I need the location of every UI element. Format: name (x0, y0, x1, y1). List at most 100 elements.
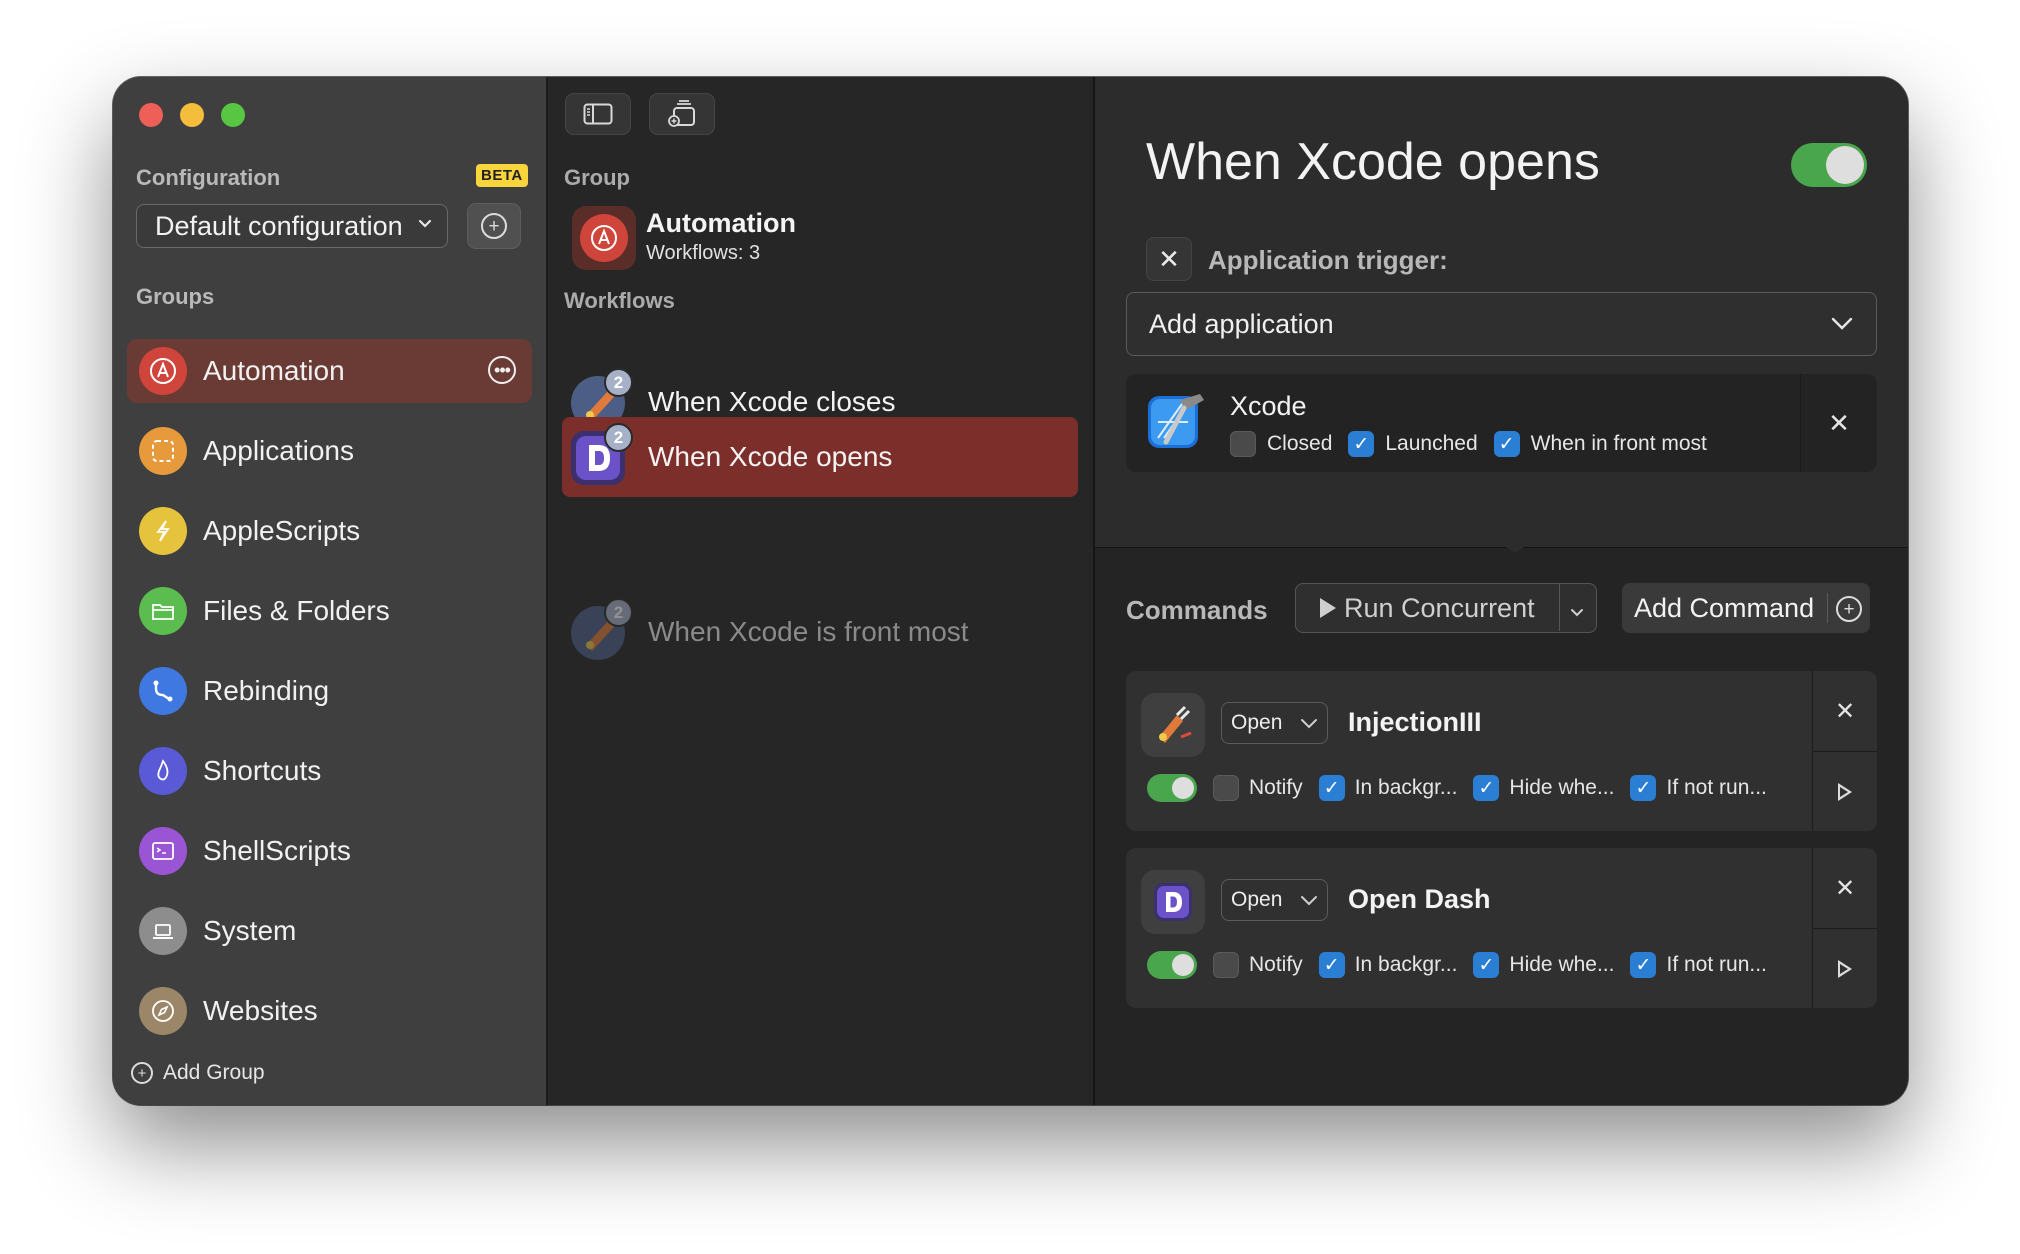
groups-label: Groups (136, 284, 215, 309)
hide-option[interactable]: ✓ Hide whe... (1473, 952, 1614, 978)
if-not-running-label: If not run... (1666, 776, 1767, 799)
sidebar-item-shortcuts[interactable]: Shortcuts (127, 739, 532, 803)
app-window: Configuration BETA Default configuration… (113, 77, 1908, 1105)
notify-option[interactable]: Notify (1213, 775, 1303, 801)
if-not-running-checkbox[interactable]: ✓ (1630, 952, 1657, 978)
sidebar-item-applescripts[interactable]: AppleScripts (127, 499, 532, 563)
workflow-item-xcode-front-most[interactable]: 2 When Xcode is front most (562, 592, 1078, 672)
workflow-enabled-toggle[interactable] (1791, 143, 1867, 187)
if-not-running-option[interactable]: ✓ If not run... (1630, 952, 1767, 978)
sidebar-item-label: Files & Folders (203, 595, 390, 626)
command-enabled-toggle[interactable] (1147, 774, 1197, 802)
toggle-sidebar-button[interactable] (565, 93, 631, 135)
workflow-badge: 2 (604, 423, 633, 452)
add-application-select[interactable]: Add application (1126, 292, 1877, 356)
play-icon (1838, 783, 1852, 801)
close-icon: ✕ (1158, 243, 1180, 274)
command-action-value: Open (1231, 888, 1283, 911)
workflow-item-xcode-opens[interactable]: 2 When Xcode opens (562, 417, 1078, 497)
sidebar-item-rebinding[interactable]: Rebinding (127, 659, 532, 723)
remove-command-button[interactable]: ✕ (1813, 848, 1877, 929)
more-options-icon[interactable]: ••• (488, 356, 516, 384)
background-checkbox[interactable]: ✓ (1318, 775, 1345, 801)
workflow-label: When Xcode is front most (648, 616, 969, 647)
command-name[interactable]: InjectionIII (1348, 707, 1482, 738)
command-options: Notify ✓ In backgr... ✓ Hide whe... ✓ If… (1147, 774, 1767, 802)
workflow-title[interactable]: When Xcode opens (1146, 132, 1600, 192)
workflows-label: Workflows (564, 288, 675, 313)
sidebar-item-automation[interactable]: Automation ••• (127, 339, 532, 403)
run-mode-button[interactable]: Run Concurrent (1295, 583, 1597, 633)
remove-command-button[interactable]: ✕ (1813, 671, 1877, 752)
command-enabled-toggle[interactable] (1147, 951, 1197, 979)
remove-trigger-button[interactable]: ✕ (1146, 237, 1192, 281)
run-mode-label: Run Concurrent (1344, 592, 1535, 623)
launched-option[interactable]: ✓ Launched (1348, 431, 1478, 457)
divider (1558, 584, 1560, 631)
group-list: Automation ••• Applications AppleScripts (127, 339, 532, 1059)
hide-checkbox[interactable]: ✓ (1473, 952, 1500, 978)
add-workflow-button[interactable] (649, 93, 715, 135)
sidebar-item-websites[interactable]: Websites (127, 979, 532, 1043)
notify-option[interactable]: Notify (1213, 952, 1303, 978)
command-name[interactable]: Open Dash (1348, 884, 1491, 915)
background-option[interactable]: ✓ In backgr... (1318, 952, 1458, 978)
chevron-down-icon (1828, 309, 1856, 344)
closed-option[interactable]: Closed (1230, 431, 1332, 457)
if-not-running-option[interactable]: ✓ If not run... (1630, 775, 1767, 801)
add-command-button[interactable]: Add Command + (1622, 583, 1870, 633)
chevron-down-icon (1299, 891, 1319, 915)
sidebar: Configuration BETA Default configuration… (113, 77, 548, 1105)
plus-circle-icon: + (1836, 596, 1862, 622)
hide-label: Hide whe... (1509, 776, 1615, 799)
command-action-select[interactable]: Open (1221, 879, 1328, 921)
command-action-select[interactable]: Open (1221, 702, 1328, 744)
command-side-actions: ✕ (1812, 848, 1877, 1008)
group-header: Automation Workflows: 3 (562, 202, 1094, 272)
close-window-button[interactable] (139, 103, 163, 127)
front-most-checkbox[interactable]: ✓ (1493, 431, 1520, 457)
chevron-down-icon[interactable] (1568, 597, 1586, 628)
play-icon (1320, 598, 1336, 618)
closed-checkbox[interactable] (1230, 431, 1256, 457)
shortcuts-icon (139, 747, 187, 795)
remove-app-button[interactable]: ✕ (1800, 374, 1877, 472)
sidebar-item-label: Rebinding (203, 675, 330, 706)
sidebar-item-label: Websites (203, 995, 318, 1026)
hide-checkbox[interactable]: ✓ (1473, 775, 1500, 801)
workflow-list-panel: Group Automation Workflows: 3 + Workflow… (548, 77, 1188, 1105)
sidebar-item-system[interactable]: System (127, 899, 532, 963)
sidebar-item-applications[interactable]: Applications (127, 419, 532, 483)
background-option[interactable]: ✓ In backgr... (1318, 775, 1457, 801)
sidebar-icon (583, 103, 613, 125)
sidebar-item-files-folders[interactable]: Files & Folders (127, 579, 532, 643)
launched-label: Launched (1385, 432, 1478, 455)
run-command-button[interactable] (1813, 929, 1877, 1009)
notify-checkbox[interactable] (1213, 775, 1239, 801)
sidebar-item-label: AppleScripts (203, 515, 361, 546)
front-most-label: When in front most (1530, 432, 1707, 455)
zoom-window-button[interactable] (221, 103, 245, 127)
sidebar-item-label: Automation (203, 355, 345, 386)
minimize-window-button[interactable] (180, 103, 204, 127)
notify-checkbox[interactable] (1213, 952, 1239, 978)
terminal-icon (139, 827, 187, 875)
add-command-label: Add Command (1634, 592, 1815, 623)
background-checkbox[interactable]: ✓ (1318, 952, 1345, 978)
if-not-running-checkbox[interactable]: ✓ (1630, 775, 1657, 801)
hide-option[interactable]: ✓ Hide whe... (1473, 775, 1614, 801)
workflow-badge: 2 (604, 368, 633, 397)
hide-label: Hide whe... (1509, 953, 1615, 976)
trigger-app-card: Xcode Closed ✓ Launched ✓ When in front … (1126, 374, 1877, 472)
add-group-button[interactable]: + Add Group (131, 1061, 265, 1085)
command-card-dash: Open Open Dash Notify ✓ In backgr... ✓ H… (1126, 848, 1877, 1008)
add-configuration-button[interactable]: + (467, 203, 521, 249)
applications-icon (139, 427, 187, 475)
configuration-select[interactable]: Default configuration (136, 204, 448, 248)
background-label: In backgr... (1354, 953, 1458, 976)
front-most-option[interactable]: ✓ When in front most (1493, 431, 1707, 457)
run-command-button[interactable] (1813, 752, 1877, 832)
sidebar-item-label: Shortcuts (203, 755, 322, 786)
launched-checkbox[interactable]: ✓ (1348, 431, 1375, 457)
sidebar-item-shellscripts[interactable]: ShellScripts (127, 819, 532, 883)
